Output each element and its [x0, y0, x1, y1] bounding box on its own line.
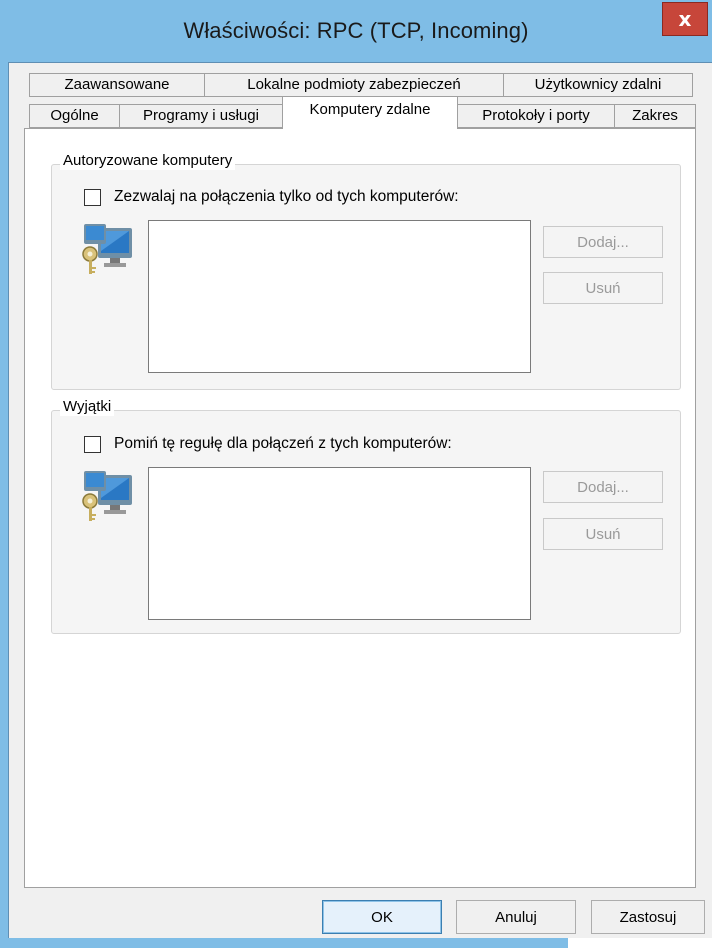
window-title: Właściwości: RPC (TCP, Incoming) [183, 18, 529, 43]
window-bottom-edge [0, 938, 712, 948]
dialog-window: Właściwości: RPC (TCP, Incoming) x Zaawa… [0, 0, 712, 948]
authorized-add-button[interactable]: Dodaj... [543, 226, 663, 258]
close-button[interactable]: x [662, 2, 708, 36]
tab-protokoly-i-porty[interactable]: Protokoły i porty [457, 104, 615, 128]
authorized-computers-list[interactable] [148, 220, 531, 373]
tab-uzytkownicy-zdalni[interactable]: Użytkownicy zdalni [503, 73, 693, 97]
cancel-button[interactable]: Anuluj [456, 900, 576, 934]
exceptions-computers-list[interactable] [148, 467, 531, 620]
exceptions-add-button[interactable]: Dodaj... [543, 471, 663, 503]
ok-button[interactable]: OK [322, 900, 442, 934]
title-bar[interactable]: Właściwości: RPC (TCP, Incoming) x [0, 0, 712, 62]
remote-computers-key-icon [82, 471, 132, 521]
tab-lokalne-podmioty-zabezpieczen[interactable]: Lokalne podmioty zabezpieczeń [204, 73, 504, 97]
exceptions-checkbox[interactable] [84, 436, 101, 453]
authorized-computers-group-label: Autoryzowane komputery [60, 152, 236, 170]
authorized-only-checkbox[interactable] [84, 189, 101, 206]
exceptions-remove-button[interactable]: Usuń [543, 518, 663, 550]
tab-zaawansowane[interactable]: Zaawansowane [29, 73, 205, 97]
tab-komputery-zdalne[interactable]: Komputery zdalne [282, 96, 458, 129]
window-bottom-border [0, 938, 568, 948]
apply-button[interactable]: Zastosuj [591, 900, 705, 934]
exceptions-checkbox-label[interactable]: Pomiń tę regułę dla połączeń z tych komp… [114, 434, 452, 454]
remote-computers-key-icon [82, 224, 132, 274]
tab-ogolne[interactable]: Ogólne [29, 104, 120, 128]
tab-zakres[interactable]: Zakres [614, 104, 696, 128]
tab-programy-i-uslugi[interactable]: Programy i usługi [119, 104, 283, 128]
exceptions-group-label: Wyjątki [60, 398, 115, 416]
authorized-remove-button[interactable]: Usuń [543, 272, 663, 304]
close-icon: x [678, 7, 692, 31]
authorized-only-checkbox-label[interactable]: Zezwalaj na połączenia tylko od tych kom… [114, 187, 459, 207]
